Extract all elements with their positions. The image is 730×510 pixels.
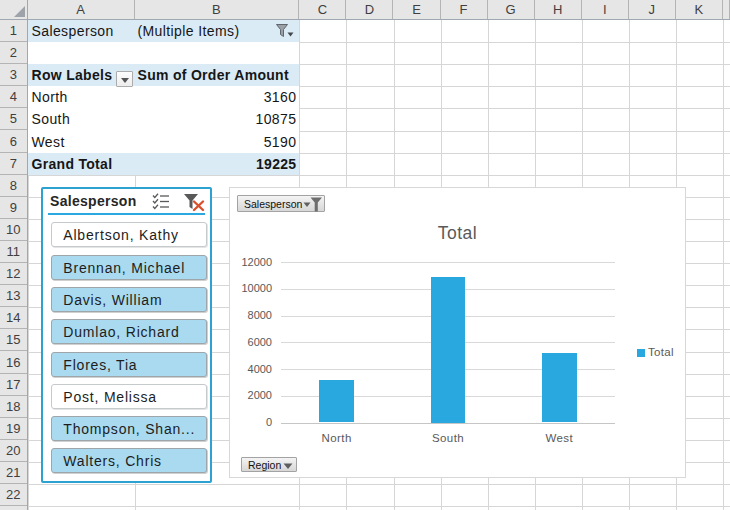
pivot-table: Salesperson (Multiple Items) Row Labels … [28, 20, 300, 175]
chart-axis-button-label: Region [248, 459, 281, 471]
pivot-chart: Salesperson Total 0 2000 4000 6000 8000 10000… [229, 187, 686, 478]
row-header-16[interactable]: 16 [0, 352, 27, 374]
x-axis-label-west: West [519, 432, 599, 444]
pivot-filter-field-cell[interactable]: Salesperson [28, 20, 135, 42]
dropdown-arrow-icon [283, 463, 293, 470]
legend-label: Total [648, 346, 674, 358]
column-header-D[interactable]: D [346, 0, 393, 19]
excel-sheet: ABCDEFGHIJK 1234567891011121314151617181… [0, 0, 730, 510]
slicer-multiselect-icon[interactable] [152, 193, 171, 210]
chart-filter-button-salesperson[interactable]: Salesperson [237, 195, 325, 212]
chart-axis-button-region[interactable]: Region [241, 457, 297, 472]
pivot-row-label[interactable]: South [28, 108, 135, 130]
chart-gridline-0 [281, 423, 615, 424]
chart-filter-button-label: Salesperson [244, 198, 302, 210]
column-header-partial[interactable] [723, 0, 730, 19]
chart-bar-west[interactable] [542, 353, 577, 422]
row-header-11[interactable]: 11 [0, 241, 27, 263]
rowlabels-dropdown-button[interactable] [116, 71, 133, 88]
pivot-row-label[interactable]: West [28, 131, 135, 153]
slicer-item-flores-tia[interactable]: Flores, Tia [51, 352, 206, 377]
pivot-grandtotal-value[interactable]: 19225 [135, 153, 300, 175]
grid-line-vertical [723, 20, 724, 510]
grid-line-horizontal [28, 506, 730, 507]
column-header-K[interactable]: K [676, 0, 723, 19]
y-axis-label-8000: 8000 [232, 309, 272, 321]
row-header-7[interactable]: 7 [0, 153, 27, 175]
slicer-item-thompson-shan[interactable]: Thompson, Shan... [51, 416, 206, 441]
grid-line-horizontal [28, 175, 730, 176]
row-header-9[interactable]: 9 [0, 197, 27, 219]
row-header-13[interactable]: 13 [0, 285, 27, 307]
y-axis-label-2000: 2000 [232, 389, 272, 401]
row-header-8[interactable]: 8 [0, 175, 27, 197]
pivot-filter-funnel-icon[interactable] [276, 24, 294, 39]
row-header-15[interactable]: 15 [0, 329, 27, 351]
legend-swatch [637, 349, 645, 357]
row-header-10[interactable]: 10 [0, 219, 27, 241]
y-axis-label-10000: 10000 [232, 282, 272, 294]
pivot-row-label[interactable]: North [28, 86, 135, 108]
column-header-B[interactable]: B [135, 0, 300, 19]
row-header-19[interactable]: 19 [0, 418, 27, 440]
slicer-item-davis-william[interactable]: Davis, William [51, 287, 206, 312]
row-header-strip: 12345678910111213141516171819202122 [0, 20, 28, 510]
column-header-strip: ABCDEFGHIJK [28, 0, 730, 20]
y-axis-label-0: 0 [232, 416, 272, 428]
row-header-6[interactable]: 6 [0, 131, 27, 153]
chart-bar-north[interactable] [319, 380, 354, 422]
chart-title[interactable]: Total [230, 223, 685, 244]
column-header-F[interactable]: F [441, 0, 488, 19]
row-header-17[interactable]: 17 [0, 374, 27, 396]
filter-funnel-icon [303, 197, 322, 212]
column-header-G[interactable]: G [488, 0, 535, 19]
select-all-corner[interactable] [0, 0, 28, 20]
column-header-I[interactable]: I [582, 0, 629, 19]
x-axis-label-north: North [297, 432, 377, 444]
y-axis-label-4000: 4000 [232, 363, 272, 375]
pivot-row-value[interactable]: 10875 [135, 108, 300, 130]
pivot-value-header[interactable]: Sum of Order Amount [135, 64, 300, 86]
slicer-item-brennan-michael[interactable]: Brennan, Michael [51, 255, 206, 280]
slicer-title: Salesperson [50, 193, 137, 209]
column-header-H[interactable]: H [535, 0, 582, 19]
slicer-clear-filter-icon[interactable] [183, 193, 206, 212]
row-header-3[interactable]: 3 [0, 64, 27, 86]
row-header-5[interactable]: 5 [0, 108, 27, 130]
column-header-A[interactable]: A [28, 0, 135, 19]
slicer-item-post-melissa[interactable]: Post, Melissa [51, 384, 206, 409]
y-axis-label-12000: 12000 [232, 256, 272, 268]
slicer-item-albertson-kathy[interactable]: Albertson, Kathy [51, 222, 206, 247]
slicer-item-walters-chris[interactable]: Walters, Chris [51, 448, 206, 473]
row-header-18[interactable]: 18 [0, 396, 27, 418]
pivot-grandtotal-label[interactable]: Grand Total [28, 153, 135, 175]
pivot-row-value[interactable]: 5190 [135, 131, 300, 153]
row-header-22[interactable]: 22 [0, 484, 27, 506]
row-header-2[interactable]: 2 [0, 42, 27, 64]
row-header-4[interactable]: 4 [0, 86, 27, 108]
select-all-triangle-icon [14, 6, 25, 17]
pivot-row-value[interactable]: 3160 [135, 86, 300, 108]
row-header-12[interactable]: 12 [0, 263, 27, 285]
column-header-E[interactable]: E [394, 0, 441, 19]
chart-bar-south[interactable] [431, 277, 466, 422]
salesperson-slicer: Salesperson Albertson, Kathy Brennan, Mic… [41, 187, 212, 484]
grid-line-horizontal [28, 484, 730, 485]
dropdown-arrow-icon [121, 78, 129, 83]
row-header-21[interactable]: 21 [0, 462, 27, 484]
column-header-C[interactable]: C [299, 0, 346, 19]
row-header-1[interactable]: 1 [0, 20, 27, 42]
row-header-20[interactable]: 20 [0, 440, 27, 462]
chart-gridline-12000 [281, 262, 615, 263]
column-header-J[interactable]: J [629, 0, 676, 19]
row-header-14[interactable]: 14 [0, 307, 27, 329]
x-axis-label-south: South [408, 432, 488, 444]
y-axis-label-6000: 6000 [232, 336, 272, 348]
slicer-item-dumlao-richard[interactable]: Dumlao, Richard [51, 319, 206, 344]
slicer-header-underline [48, 213, 205, 215]
